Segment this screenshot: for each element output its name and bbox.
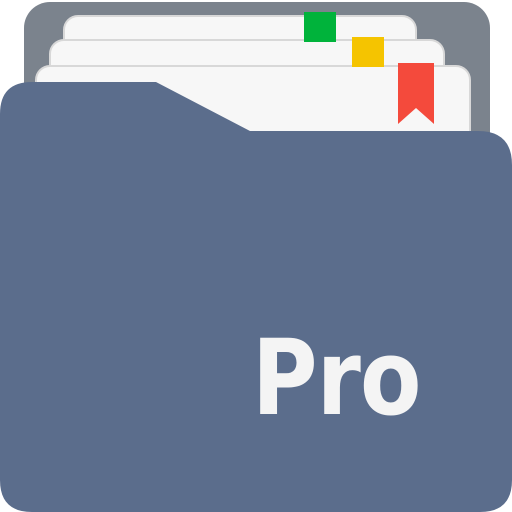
folder-front (0, 82, 512, 512)
green-tab (304, 12, 336, 42)
yellow-tab (352, 37, 384, 67)
pro-label: Pro (252, 317, 421, 439)
app-icon: Pro (0, 0, 512, 512)
